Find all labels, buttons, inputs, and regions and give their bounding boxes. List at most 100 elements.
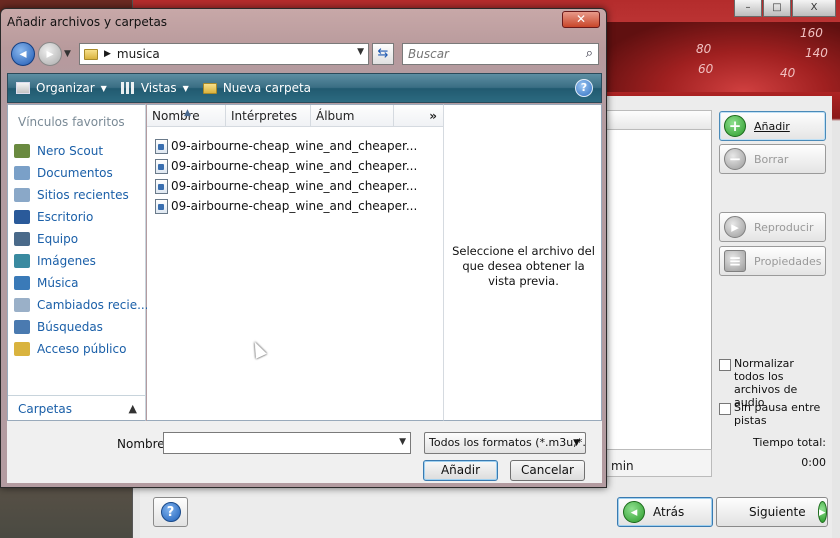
total-time-value: 0:00: [801, 456, 826, 469]
refresh-icon[interactable]: ⇆: [372, 43, 394, 65]
file-name: 09-airbourne-cheap_wine_and_cheaper...: [171, 179, 418, 193]
nav-item[interactable]: Documentos: [14, 162, 149, 184]
app-maximize-button[interactable]: □: [763, 0, 791, 17]
column-artists[interactable]: Intérpretes: [226, 105, 311, 127]
scale-unit-label: min: [611, 459, 634, 473]
no-pause-label: Sin pausa entre pistas: [734, 401, 821, 427]
search-input[interactable]: [403, 44, 573, 64]
next-button[interactable]: Siguiente ▸: [716, 497, 828, 527]
next-button-label: Siguiente: [749, 505, 806, 519]
nav-item-label: Nero Scout: [37, 144, 104, 158]
dialog-cancel-button[interactable]: Cancelar: [510, 460, 585, 481]
nav-item-label: Equipo: [37, 232, 79, 246]
nav-item[interactable]: Música: [14, 272, 149, 294]
gauge-label: 140: [805, 46, 828, 60]
compilation-list-header: [604, 110, 712, 130]
filename-dropdown-icon[interactable]: ▼: [399, 437, 406, 447]
checkbox-box[interactable]: [719, 359, 731, 371]
dialog-add-button[interactable]: Añadir: [423, 460, 498, 481]
forward-arrow-icon[interactable]: ▸: [38, 42, 62, 66]
no-pause-checkbox[interactable]: Sin pausa entre pistas: [719, 401, 824, 427]
history-dropdown-icon[interactable]: ▼: [64, 49, 71, 59]
folders-toggle[interactable]: Carpetas ▲: [8, 395, 145, 421]
nav-item-label: Acceso público: [37, 342, 127, 356]
searches-icon: [14, 320, 30, 334]
search-box[interactable]: ⌕: [402, 43, 599, 65]
views-label: Vistas: [140, 81, 177, 95]
audio-file-icon: [155, 178, 168, 194]
views-menu[interactable]: Vistas ▼: [120, 81, 189, 95]
address-current-folder[interactable]: musica: [117, 47, 160, 61]
help-icon[interactable]: ?: [575, 79, 593, 97]
file-list-pane: ▲ Nombre Intérpretes Álbum » 09-airbourne…: [147, 104, 443, 421]
more-columns-button[interactable]: »: [394, 105, 443, 127]
music-icon: [14, 276, 30, 290]
properties-button[interactable]: ≡ Propiedades: [719, 246, 826, 276]
app-minimize-button[interactable]: –: [734, 0, 762, 17]
dialog-bottom-area: Nombre: ▼ Todos los formatos (*.m3u;*.c …: [7, 421, 602, 483]
recently-changed-icon: [14, 298, 30, 312]
back-arrow-icon[interactable]: ◂: [11, 42, 35, 66]
organize-label: Organizar: [36, 81, 95, 95]
add-button-label: Añadir: [754, 119, 790, 133]
delete-button[interactable]: − Borrar: [719, 144, 826, 174]
address-dropdown-icon[interactable]: ▼: [357, 47, 364, 57]
delete-button-label: Borrar: [754, 152, 789, 166]
file-item[interactable]: 09-airbourne-cheap_wine_and_cheaper...: [155, 156, 417, 176]
dialog-close-button[interactable]: ✕: [562, 11, 600, 28]
properties-icon: ≡: [724, 250, 746, 272]
nav-item[interactable]: Nero Scout: [14, 140, 149, 162]
nav-item[interactable]: Cambiados recie...: [14, 294, 149, 316]
nav-item-label: Imágenes: [37, 254, 96, 268]
audio-file-icon: [155, 198, 168, 214]
preview-message: Seleccione el archivo del que desea obte…: [452, 244, 595, 288]
file-item[interactable]: 09-airbourne-cheap_wine_and_cheaper...: [155, 196, 417, 216]
column-name[interactable]: ▲ Nombre: [147, 105, 226, 127]
compilation-list[interactable]: [604, 110, 712, 456]
column-name-label: Nombre: [152, 109, 200, 123]
properties-button-label: Propiedades: [754, 254, 822, 268]
nero-scout-icon: [14, 144, 30, 158]
preview-pane: Seleccione el archivo del que desea obte…: [443, 104, 602, 421]
organize-icon: [16, 82, 30, 94]
gauge-label: 60: [698, 62, 714, 76]
new-folder-button[interactable]: Nueva carpeta: [202, 81, 312, 95]
new-folder-label: Nueva carpeta: [222, 81, 312, 95]
desktop-icon: [14, 210, 30, 224]
computer-icon: [14, 232, 30, 246]
nav-item[interactable]: Equipo: [14, 228, 149, 250]
app-close-button[interactable]: X: [792, 0, 836, 17]
nav-item[interactable]: Imágenes: [14, 250, 149, 272]
nav-item[interactable]: Búsquedas: [14, 316, 149, 338]
filename-input[interactable]: ▼: [163, 432, 411, 454]
filename-label: Nombre:: [117, 437, 169, 451]
file-type-select[interactable]: Todos los formatos (*.m3u;*.c ▼: [424, 432, 586, 454]
app-help-button[interactable]: ?: [153, 497, 188, 527]
organize-menu[interactable]: Organizar ▼: [16, 81, 107, 95]
nav-item-label: Música: [37, 276, 79, 290]
folders-label: Carpetas: [18, 401, 72, 416]
column-album[interactable]: Álbum: [311, 105, 394, 127]
file-item[interactable]: 09-airbourne-cheap_wine_and_cheaper...: [155, 136, 417, 156]
recent-places-icon: [14, 188, 30, 202]
play-icon: ▸: [724, 216, 746, 238]
nav-item[interactable]: Escritorio: [14, 206, 149, 228]
file-name: 09-airbourne-cheap_wine_and_cheaper...: [171, 139, 418, 153]
file-item[interactable]: 09-airbourne-cheap_wine_and_cheaper...: [155, 176, 417, 196]
add-button[interactable]: + Añadir: [719, 111, 826, 141]
back-button-label: Atrás: [653, 505, 685, 519]
play-button-label: Reproducir: [754, 220, 814, 234]
checkbox-box[interactable]: [719, 403, 731, 415]
navigation-pane: Vínculos favoritos Nero Scout Documentos S…: [7, 104, 149, 421]
back-button[interactable]: ◂ Atrás: [617, 497, 713, 527]
breadcrumb-chevron-icon[interactable]: ▶: [104, 49, 111, 59]
search-icon[interactable]: ⌕: [586, 46, 593, 61]
pictures-icon: [14, 254, 30, 268]
address-bar[interactable]: ▶ musica ▼: [79, 43, 369, 65]
play-button[interactable]: ▸ Reproducir: [719, 212, 826, 242]
chevron-down-icon: ▼: [573, 438, 580, 448]
gauge-label: 40: [780, 66, 796, 80]
nav-item[interactable]: Sitios recientes: [14, 184, 149, 206]
nav-item[interactable]: Acceso público: [14, 338, 149, 360]
file-list: 09-airbourne-cheap_wine_and_cheaper... 09…: [155, 136, 417, 216]
